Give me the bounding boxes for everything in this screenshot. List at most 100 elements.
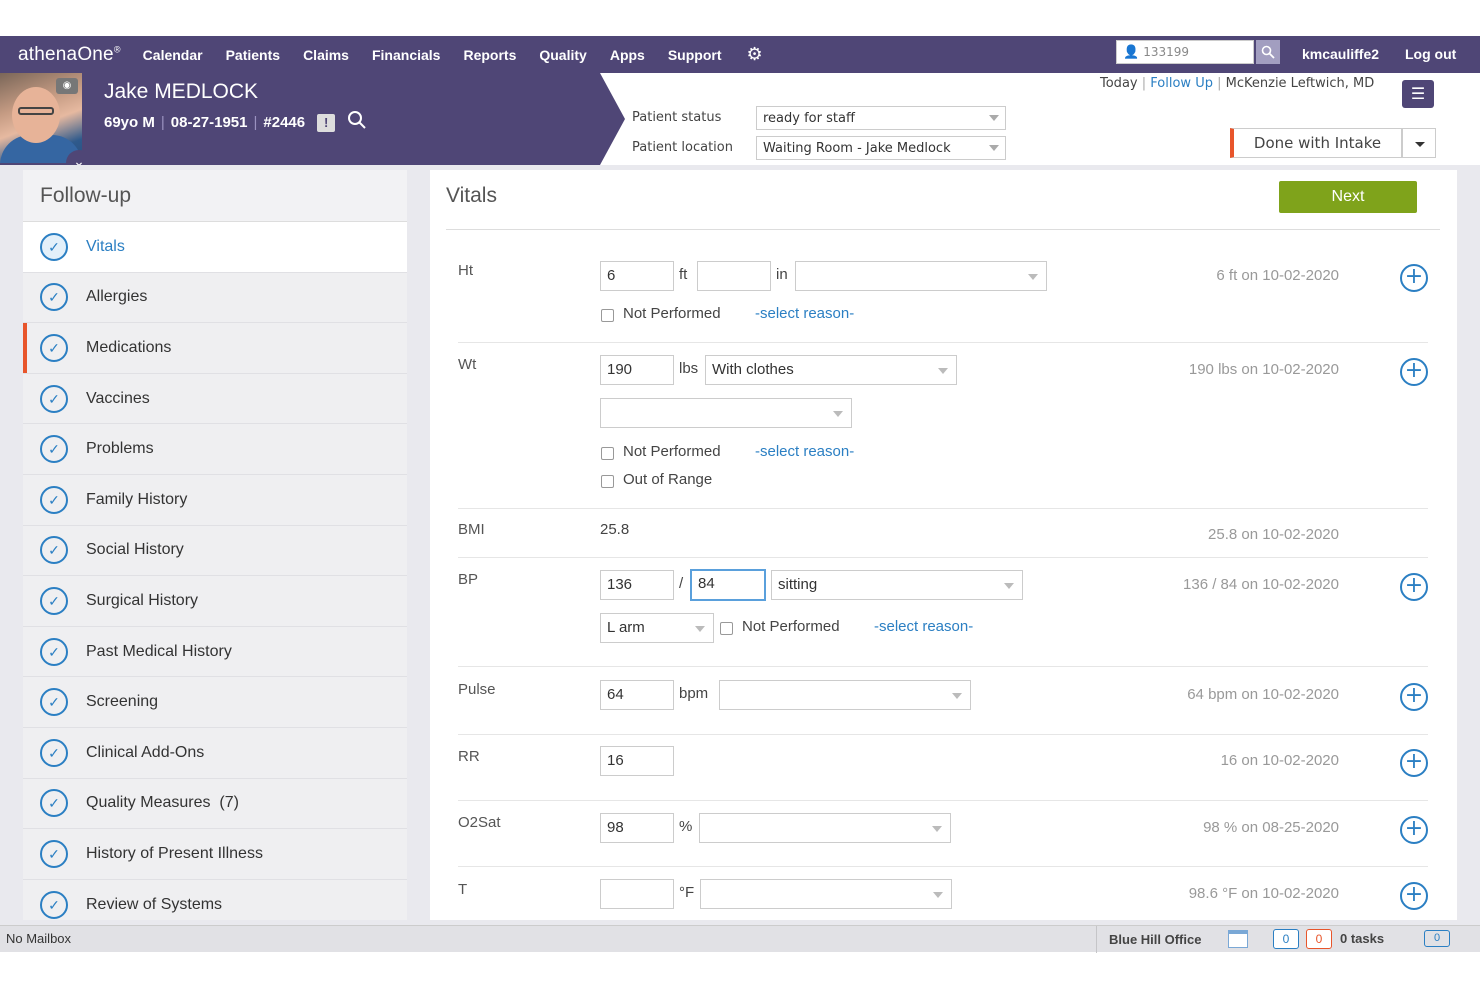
wt-method-select[interactable]	[600, 398, 852, 428]
mailbox-status[interactable]: No Mailbox	[6, 931, 71, 946]
add-wt-icon[interactable]: +	[1400, 358, 1428, 386]
context-provider[interactable]: McKenzie Leftwich, MD	[1226, 76, 1375, 91]
check-circle-icon: ✓	[40, 586, 68, 615]
add-pulse-icon[interactable]: +	[1400, 683, 1428, 711]
wt-out-of-range-checkbox[interactable]	[601, 475, 614, 488]
nav-quality[interactable]: Quality	[539, 47, 586, 63]
patient-location-select[interactable]: Waiting Room - Jake Medlock	[756, 136, 1006, 160]
bp-not-performed-checkbox[interactable]	[720, 622, 733, 635]
sidebar-item-family-history[interactable]: ✓ Family History	[23, 475, 407, 526]
sidebar-item-label: Review of Systems	[86, 895, 223, 913]
done-options-dropdown[interactable]	[1402, 128, 1436, 158]
next-button[interactable]: Next	[1279, 181, 1417, 213]
patient-search-value: 133199	[1143, 45, 1189, 59]
inbox-count-badge[interactable]: 0	[1273, 929, 1299, 949]
add-bp-icon[interactable]: +	[1400, 573, 1428, 601]
sidebar-item-quality-measures[interactable]: ✓ Quality Measures (7)	[23, 779, 407, 830]
camera-icon[interactable]: ◉	[56, 78, 78, 94]
menu-icon[interactable]: ☰	[1402, 80, 1434, 108]
pulse-history: 64 bpm on 10-02-2020	[1187, 686, 1339, 703]
sidebar-item-vitals[interactable]: ✓ Vitals	[23, 222, 407, 273]
ht-method-select[interactable]	[795, 261, 1047, 291]
sidebar-item-allergies[interactable]: ✓ Allergies	[23, 273, 407, 324]
bp-label: BP	[458, 571, 479, 588]
sidebar-item-vaccines[interactable]: ✓ Vaccines	[23, 374, 407, 425]
wt-clothing-value: With clothes	[712, 361, 794, 378]
nav-calendar[interactable]: Calendar	[143, 47, 203, 63]
office-name[interactable]: Blue Hill Office	[1096, 926, 1201, 953]
add-rr-icon[interactable]: +	[1400, 749, 1428, 777]
search-icon[interactable]	[1256, 40, 1280, 64]
wt-select-reason-link[interactable]: -select reason-	[755, 443, 854, 460]
temp-input[interactable]	[600, 879, 674, 909]
sidebar-item-label: Screening	[86, 693, 159, 711]
o2sat-input[interactable]: 98	[600, 813, 674, 843]
username[interactable]: kmcauliffe2	[1302, 46, 1379, 62]
sidebar-item-past-medical-history[interactable]: ✓ Past Medical History	[23, 627, 407, 678]
sidebar-item-review-of-systems[interactable]: ✓ Review of Systems	[23, 880, 407, 920]
done-with-intake-button[interactable]: Done with Intake	[1230, 128, 1402, 158]
sidebar-item-social-history[interactable]: ✓ Social History	[23, 526, 407, 577]
wt-input[interactable]: 190	[600, 355, 674, 385]
pulse-method-select[interactable]	[719, 680, 971, 710]
alert-count-badge[interactable]: 0	[1306, 929, 1332, 949]
bp-diastolic-input[interactable]: 84	[690, 569, 766, 601]
bmi-label: BMI	[458, 521, 485, 538]
divider	[458, 866, 1428, 867]
chevron-down-icon	[933, 892, 943, 898]
nav-apps[interactable]: Apps	[610, 47, 645, 63]
context-followup-link[interactable]: Follow Up	[1150, 76, 1213, 91]
patient-search-input[interactable]: 👤 133199	[1116, 40, 1254, 64]
patient-name: Jake MEDLOCK	[104, 80, 259, 103]
sidebar-item-problems[interactable]: ✓ Problems	[23, 424, 407, 475]
o2sat-method-select[interactable]	[699, 813, 951, 843]
calendar-icon[interactable]	[1228, 930, 1248, 948]
nav-financials[interactable]: Financials	[372, 47, 440, 63]
nav-support[interactable]: Support	[668, 47, 722, 63]
ht-not-performed-checkbox[interactable]	[601, 309, 614, 322]
check-circle-icon: ✓	[40, 333, 68, 362]
nav-patients[interactable]: Patients	[226, 47, 280, 63]
pulse-input[interactable]: 64	[600, 680, 674, 710]
gear-icon[interactable]: ⚙	[746, 44, 762, 65]
bp-select-reason-link[interactable]: -select reason-	[874, 618, 973, 635]
encounter-context: Today | Follow Up | McKenzie Leftwich, M…	[1100, 76, 1374, 91]
wt-clothing-select[interactable]: With clothes	[705, 355, 957, 385]
sidebar-item-surgical-history[interactable]: ✓ Surgical History	[23, 576, 407, 627]
temp-method-select[interactable]	[700, 879, 952, 909]
sidebar-item-label: Family History	[86, 490, 188, 508]
sidebar-item-clinical-add-ons[interactable]: ✓ Clinical Add-Ons	[23, 728, 407, 779]
task-count[interactable]: 0 tasks	[1340, 931, 1384, 946]
bp-position-select[interactable]: sitting	[771, 570, 1023, 600]
wt-not-performed-checkbox[interactable]	[601, 447, 614, 460]
ht-ft-input[interactable]: 6	[600, 261, 674, 291]
check-circle-icon: ✓	[40, 637, 68, 666]
search-icon[interactable]	[347, 110, 367, 135]
context-today[interactable]: Today	[1100, 76, 1138, 91]
check-circle-icon: ✓	[40, 890, 68, 919]
patient-status-select[interactable]: ready for staff	[756, 106, 1006, 130]
not-performed-label: Not Performed	[623, 305, 721, 322]
nav-reports[interactable]: Reports	[463, 47, 516, 63]
alert-icon[interactable]: !	[317, 113, 336, 132]
bp-site-select[interactable]: L arm	[600, 613, 714, 643]
add-ht-icon[interactable]: +	[1400, 264, 1428, 292]
sidebar-item-screening[interactable]: ✓ Screening	[23, 677, 407, 728]
bp-position-value: sitting	[778, 576, 818, 593]
divider	[458, 508, 1428, 509]
chevron-down-icon	[952, 693, 962, 699]
bp-slash: /	[679, 575, 684, 592]
logo-mark: ®	[113, 44, 121, 55]
logout-link[interactable]: Log out	[1405, 46, 1456, 62]
chat-icon[interactable]: 0	[1424, 930, 1450, 947]
add-o2sat-icon[interactable]: +	[1400, 816, 1428, 844]
ht-in-input[interactable]	[697, 261, 771, 291]
athena-logo[interactable]: athenaOne®	[18, 44, 121, 66]
rr-input[interactable]: 16	[600, 746, 674, 776]
sidebar-item-medications[interactable]: ✓ Medications	[23, 323, 407, 374]
add-temp-icon[interactable]: +	[1400, 882, 1428, 910]
ht-select-reason-link[interactable]: -select reason-	[755, 305, 854, 322]
sidebar-item-hpi[interactable]: ✓ History of Present Illness	[23, 829, 407, 880]
nav-claims[interactable]: Claims	[303, 47, 349, 63]
bp-systolic-input[interactable]: 136	[600, 570, 674, 600]
